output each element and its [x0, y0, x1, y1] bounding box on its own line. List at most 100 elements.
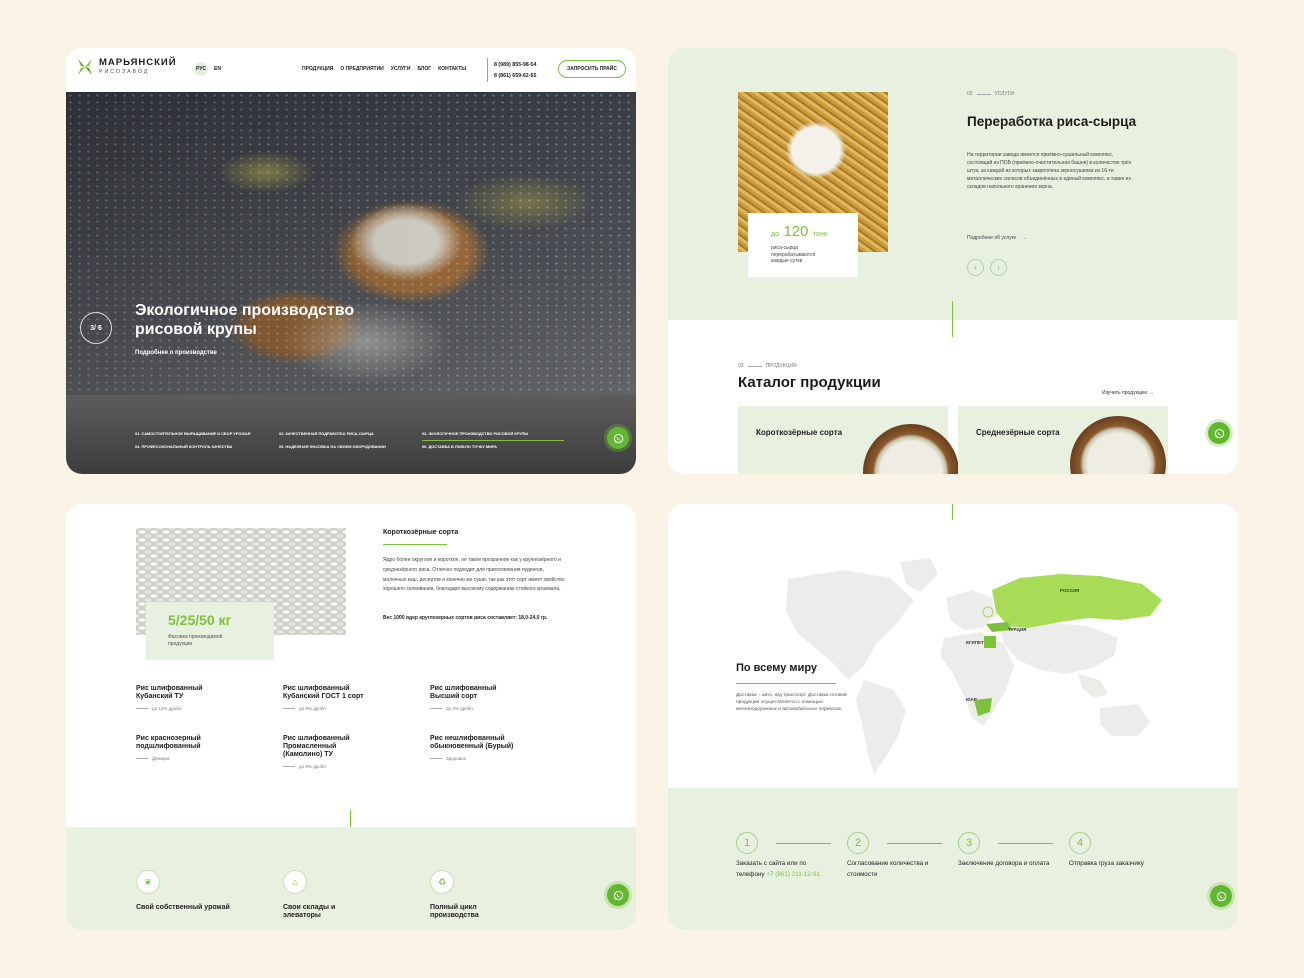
map-russia [992, 574, 1162, 628]
catalog-card-label: Среднезёрные сорта [976, 428, 1060, 437]
sort-item[interactable]: Рис шлифованный Кубанский ТУ до 12% дроб… [136, 685, 256, 711]
nav-item-services[interactable]: УСЛУГИ [391, 66, 411, 72]
step-number: 2 [847, 832, 869, 854]
eyebrow-dash [976, 93, 991, 95]
whatsapp-button[interactable] [1210, 885, 1232, 907]
services-panel: до 120 тонн риса-сырца перерабатываются … [668, 48, 1238, 474]
step-number: 4 [1069, 832, 1091, 854]
sort-note-text: Девзира [152, 756, 170, 761]
production-step-1[interactable]: 01. САМОСТОЯТЕЛЬНОЕ ВЫРАЩИВАНИЕ И СБОР У… [135, 431, 250, 436]
catalog-card-medium-grain[interactable]: Среднезёрные сорта [958, 406, 1168, 474]
note-dash [430, 708, 442, 709]
sort-name: Рис нешлифованный обыкновенный (Бурый) [430, 735, 514, 750]
service-more-link[interactable]: Подробнее об услуге → [967, 235, 1027, 241]
chevron-right-icon: › [997, 263, 1000, 272]
product-description: Ядро более округлое и короткое, не такое… [383, 557, 565, 593]
advantage-own-harvest: ❦ Свой собственный урожай [136, 870, 246, 912]
sort-note: до 4% дробл [430, 706, 550, 711]
sort-note-text: до 9% дробл [299, 706, 326, 711]
catalog-eyebrow-num: 03 [738, 363, 744, 369]
whatsapp-button[interactable] [1208, 422, 1230, 444]
chevron-left-icon: ‹ [974, 263, 977, 272]
map-label-turkey: ТУРЦИЯ [1008, 627, 1026, 632]
process-step-4: 4 Отправка груза заказчику [1069, 832, 1189, 869]
arrow-right-icon: → [219, 350, 226, 356]
step-text: Отправка груза заказчику [1069, 860, 1144, 867]
logo[interactable]: МАРЬЯНСКИЙ РИСОЗАВОД [76, 57, 177, 77]
world-map: РОССИЯ ТУРЦИЯ ЕГИПЕТ ЮАР [786, 558, 1162, 774]
capacity-unit: тонн [812, 231, 828, 238]
production-step-4[interactable]: 04. ПРОФЕССИОНАЛЬНЫЙ КОНТРОЛЬ КАЧЕСТВА [135, 444, 232, 449]
map-southeast-asia [1078, 674, 1108, 698]
product-title: Короткозёрные сорта [383, 529, 459, 536]
catalog-card-short-grain[interactable]: Короткозёрные сорта [738, 406, 959, 474]
hero-more-link-label: Подробнее о производстве [135, 350, 217, 356]
advantage-text: Полный цикл производства [430, 904, 479, 919]
note-dash [430, 758, 442, 759]
production-step-5[interactable]: 05. НАДЕЖНАЯ ФАСОВКА НА СВОЕМ ОБОРУДОВАН… [279, 444, 386, 449]
production-step-3[interactable]: 03. ЭКОЛОГИЧНОЕ ПРОИЗВОДСТВО РИСОВОЙ КРУ… [422, 431, 528, 436]
service-more-link-label: Подробнее об услуге [967, 235, 1017, 241]
advantage-text: Свои склады и элеваторы [283, 904, 336, 919]
production-step-6[interactable]: 06. ДОСТАВКА В ЛЮБУЮ ТОЧКУ МИРА [422, 444, 497, 449]
hero-image: 3/ 6 Экологичное производство рисовой кр… [66, 92, 636, 395]
slide-counter: 3/ 6 [80, 312, 112, 344]
order-phone-link[interactable]: +7 (861) 211-12-91 [766, 871, 820, 878]
phone-2[interactable]: 8 (861) 659-62-65 [494, 71, 536, 82]
sort-item[interactable]: Рис нешлифованный обыкновенный (Бурый) З… [430, 735, 550, 761]
whatsapp-button[interactable] [607, 427, 629, 449]
request-price-button[interactable]: ЗАПРОСИТЬ ПРАЙС [558, 60, 626, 78]
map-label-russia: РОССИЯ [1060, 588, 1079, 593]
step-text: Заказать с сайта или по телефону +7 (861… [736, 858, 836, 880]
main-nav: ПРОДУКЦИЯ О ПРЕДПРИЯТИИ УСЛУГИ БЛОГ КОНТ… [302, 66, 466, 72]
step-connector [776, 843, 831, 844]
whatsapp-button[interactable] [607, 884, 629, 906]
lang-en-button[interactable]: EN [214, 66, 221, 72]
study-products-link[interactable]: Изучить продукцию → [1102, 390, 1154, 396]
sort-item[interactable]: Рис шлифованный Промасленный (Камолино) … [283, 735, 403, 769]
site-header: МАРЬЯНСКИЙ РИСОЗАВОД РУС EN ПРОДУКЦИЯ О … [66, 48, 636, 92]
header-divider [487, 58, 488, 82]
lang-ru-button[interactable]: РУС [194, 62, 208, 76]
nav-item-about[interactable]: О ПРЕДПРИЯТИИ [340, 66, 383, 72]
arrow-right-icon: → [1022, 235, 1028, 241]
whatsapp-icon [613, 433, 623, 443]
process-step-3: 3 Заключение договора и оплата [958, 832, 1058, 869]
nav-item-products[interactable]: ПРОДУКЦИЯ [302, 66, 333, 72]
sort-item[interactable]: Рис шлифованный Высший сорт до 4% дробл [430, 685, 550, 711]
services-eyebrow-num: 02 [967, 91, 973, 97]
step-number: 3 [958, 832, 980, 854]
nav-item-contacts[interactable]: КОНТАКТЫ [438, 66, 466, 72]
nav-item-blog[interactable]: БЛОГ [417, 66, 431, 72]
whatsapp-icon [1216, 891, 1226, 901]
sort-item[interactable]: Рис шлифованный Кубанский ГОСТ 1 сорт до… [283, 685, 403, 711]
catalog-eyebrow-label: ПРОДУКЦИЯ [765, 363, 797, 369]
phone-1[interactable]: 8 (989) 855-98-54 [494, 60, 536, 71]
logo-mark-icon [76, 57, 94, 77]
hero-panel: МАРЬЯНСКИЙ РИСОЗАВОД РУС EN ПРОДУКЦИЯ О … [66, 48, 636, 474]
catalog-eyebrow: 03 ПРОДУКЦИЯ [738, 363, 797, 369]
step-text: Согласование количества и стоимости [847, 860, 929, 878]
delivery-panel: РОССИЯ ТУРЦИЯ ЕГИПЕТ ЮАР По всему миру Д… [668, 504, 1238, 930]
next-slide-button[interactable]: › [990, 259, 1007, 276]
production-step-2[interactable]: 02. КАЧЕСТВЕННАЯ ПОДРАБОТКА РИСА-СЫРЦА [279, 431, 374, 436]
sort-note-text: до 12% дробл [152, 706, 182, 711]
rice-bowl-image [1070, 416, 1166, 474]
process-step-2: 2 Согласование количества и стоимости [847, 832, 947, 880]
prev-slide-button[interactable]: ‹ [967, 259, 984, 276]
capacity-value: 120 [783, 223, 809, 240]
phones: 8 (989) 855-98-54 8 (861) 659-62-65 [494, 60, 536, 82]
hero-more-link[interactable]: Подробнее о производстве → [135, 350, 226, 356]
process-step-1: 1 Заказать с сайта или по телефону +7 (8… [736, 832, 836, 880]
services-eyebrow: 02 УСЛУГИ [967, 91, 1014, 97]
map-label-egypt: ЕГИПЕТ [966, 640, 984, 645]
grain-weight: Вес 1000 ядер круглозерных сортов риса с… [383, 615, 548, 621]
sort-item[interactable]: Рис краснозерный подшлифованный Девзира [136, 735, 256, 761]
capacity-caption: риса-сырца перерабатываются каждые сутки [771, 245, 816, 264]
sort-note: до 9% дробл [283, 706, 403, 711]
worldwide-title: По всему миру [736, 662, 818, 674]
step-connector [887, 843, 942, 844]
sort-note-text: Здоровье [446, 756, 467, 761]
sort-note-text: до 4% дробл [446, 706, 473, 711]
title-underline [383, 544, 447, 545]
